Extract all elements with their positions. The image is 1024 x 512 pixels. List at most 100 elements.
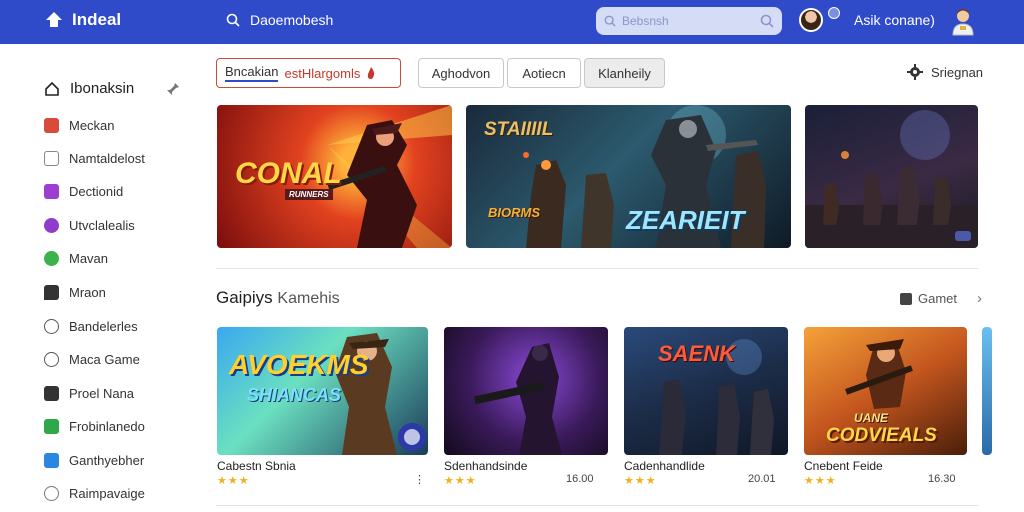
game-card-3[interactable]: SAENK	[624, 327, 788, 455]
chip-aotiecn[interactable]: Aotiecn	[507, 58, 581, 88]
settings-button[interactable]: Sriegnan	[907, 64, 983, 80]
chip-aghodvon[interactable]: Aghodvon	[418, 58, 504, 88]
sidebar: Ibonaksin Meckan Namtaldelost Dectionid …	[0, 44, 196, 512]
home-arrow-icon	[46, 12, 62, 27]
game-card-4[interactable]: UANE CODVIEALS	[804, 327, 967, 455]
card-art-title: AVOEKMS	[229, 349, 369, 380]
search-icon[interactable]	[760, 14, 774, 28]
chevron-right-icon: ›	[977, 290, 983, 307]
sidebar-item-label: Utvclalealis	[69, 218, 135, 233]
sidebar-item-mavan[interactable]: Mavan	[44, 251, 108, 266]
check-square-icon	[44, 386, 59, 401]
gamepad-icon	[900, 292, 912, 305]
sidebar-item-label: Meckan	[69, 118, 115, 133]
sidebar-item-mraon[interactable]: Mraon	[44, 285, 106, 300]
top-app-bar: Indeal Daoemobesh Bebsnsh Asik conane)	[0, 0, 1024, 44]
card-title[interactable]: Cabestn Sbnia	[217, 459, 296, 473]
search-icon	[604, 15, 616, 27]
user-avatar[interactable]	[799, 8, 823, 32]
card-art-subtitle: SHIANCAS	[247, 385, 342, 405]
home-icon	[45, 81, 59, 96]
card-title[interactable]: Sdenhandsinde	[444, 459, 527, 473]
green-check-icon	[44, 419, 59, 434]
badge-icon	[955, 231, 971, 241]
hero-art	[805, 110, 978, 248]
game-card-5-peek[interactable]	[982, 327, 992, 455]
card-meta: 16.30	[928, 473, 956, 485]
sidebar-item-label: Raimpavaige	[69, 486, 145, 501]
hero-subtitle: RUNNERS	[285, 189, 333, 200]
chip-label: Aghodvon	[431, 65, 491, 81]
search-hint: estHlargomls	[284, 65, 361, 81]
chip-klanheily[interactable]: Klanheily	[584, 58, 665, 88]
card-title[interactable]: Cadenhandlide	[624, 459, 705, 473]
sidebar-item-label: Maca Game	[69, 352, 140, 367]
settings-label: Sriegnan	[931, 64, 984, 80]
search-tab-label: Bncakian	[225, 64, 279, 82]
app-logo[interactable]: Indeal	[44, 10, 121, 30]
card-art-title: SAENK	[658, 341, 736, 366]
sidebar-item-utvclalealis[interactable]: Utvclalealis	[44, 218, 135, 233]
blue-check-icon	[44, 453, 59, 468]
account-label[interactable]: Asik conane)	[854, 12, 935, 28]
hero-banner-3[interactable]	[805, 105, 978, 248]
notification-badge-icon[interactable]	[828, 7, 840, 19]
section-subtitle: Kamehis	[277, 290, 340, 307]
bottom-divider	[216, 505, 978, 506]
sidebar-item-raimpavaige[interactable]: Raimpavaige	[44, 486, 145, 501]
sidebar-item-label: Proel Nana	[69, 386, 135, 401]
sidebar-item-ganthyebher[interactable]: Ganthyebher	[44, 453, 144, 468]
section-divider	[216, 268, 978, 269]
card-more-icon[interactable]: ⋮	[414, 473, 425, 486]
sidebar-title: Ibonaksin	[70, 80, 135, 97]
search-filter-tab[interactable]: Bncakian estHlargomls	[216, 58, 401, 88]
rating-stars: ★★★	[624, 475, 657, 487]
hero-title: STAIIIIL	[484, 119, 554, 140]
search-input[interactable]: Bebsnsh	[596, 7, 782, 35]
card-title[interactable]: Cnebent Feide	[804, 459, 883, 473]
sidebar-item-label: Mraon	[69, 285, 106, 300]
sidebar-item-label: Frobinlanedo	[69, 419, 145, 434]
game-card-2[interactable]	[444, 327, 608, 455]
sidebar-item-proel-nana[interactable]: Proel Nana	[44, 386, 134, 401]
sidebar-item-dectionid[interactable]: Dectionid	[44, 184, 123, 199]
sidebar-item-label: Ganthyebher	[69, 453, 145, 468]
sidebar-item-frobinlanedo[interactable]: Frobinlanedo	[44, 419, 145, 434]
card-art	[473, 343, 562, 455]
search-shortcut[interactable]: Daoemobesh	[226, 12, 333, 28]
green-circle-icon	[44, 251, 59, 266]
section-more-link[interactable]: Gamet ›	[900, 290, 982, 307]
purple-circle-icon	[44, 218, 59, 233]
sidebar-item-label: Dectionid	[69, 184, 124, 199]
section-more-label: Gamet	[918, 291, 958, 306]
red-square-icon	[44, 118, 59, 133]
pin-icon[interactable]	[166, 82, 180, 96]
card-meta: 20.01	[748, 473, 776, 485]
sidebar-home[interactable]: Ibonaksin	[44, 80, 180, 97]
card-art-title: UANE	[854, 411, 889, 425]
hero-banner-2[interactable]: STAIIIIL BIORMS ZEARIEIT	[466, 105, 791, 248]
purple-square-icon	[44, 184, 59, 199]
hero-tag: BIORMS	[488, 205, 540, 220]
hero-subtitle: ZEARIEIT	[626, 205, 745, 235]
plus-circle-icon	[44, 319, 59, 334]
card-art-subtitle: CODVIEALS	[826, 425, 937, 446]
rating-stars: ★★★	[804, 475, 837, 487]
hero-banner-1[interactable]: CONAL RUNNERS	[217, 105, 452, 248]
chip-label: Aotiecn	[522, 65, 566, 81]
help-circle-icon	[44, 352, 59, 367]
rating-stars: ★★★	[217, 475, 250, 487]
sidebar-item-label: Namtaldelost	[69, 151, 145, 166]
rating-stars: ★★★	[444, 475, 477, 487]
section-title: Gaipiys Kamehis	[216, 288, 340, 308]
section-title-main: Gaipiys	[216, 288, 273, 307]
profile-avatar-icon[interactable]	[950, 6, 976, 36]
sidebar-item-namtaldelost[interactable]: Namtaldelost	[44, 151, 145, 166]
search-placeholder: Bebsnsh	[622, 14, 669, 28]
search-icon	[226, 13, 240, 27]
sidebar-item-meckan[interactable]: Meckan	[44, 118, 115, 133]
sidebar-item-label: Mavan	[69, 251, 109, 266]
sidebar-item-maca-game[interactable]: Maca Game	[44, 352, 140, 367]
sidebar-item-bandelerles[interactable]: Bandelerles	[44, 319, 138, 334]
game-card-1[interactable]: AVOEKMS SHIANCAS	[217, 327, 428, 455]
